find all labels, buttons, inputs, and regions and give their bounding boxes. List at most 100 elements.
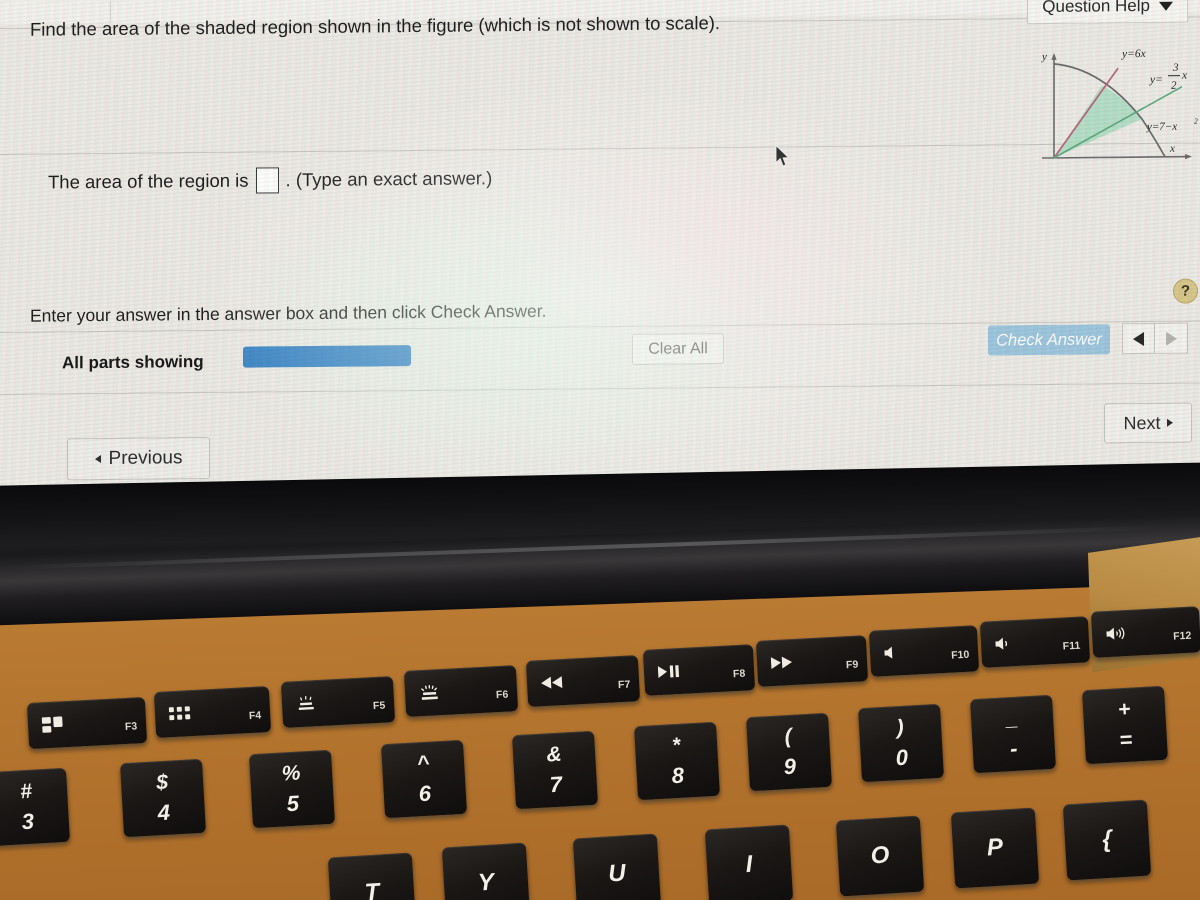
keyboard-brightness-up-icon <box>419 684 440 701</box>
key-3-symbol: # <box>19 779 33 803</box>
label-fraction-numerator: 3 <box>1172 62 1179 74</box>
key-f4[interactable]: F4 <box>153 686 272 738</box>
triangle-right-icon <box>1165 331 1177 346</box>
key-9-number: 9 <box>782 753 797 779</box>
key-p-label: P <box>986 833 1004 862</box>
x-axis-label: x <box>1169 143 1175 155</box>
keyboard: F3 F4 F5 F6 F7 F8 F9 F10 F11 F12 # 3 $ 4… <box>0 600 1200 900</box>
key-u[interactable]: U <box>572 833 662 900</box>
key-5-number: 5 <box>285 790 300 816</box>
key-f10-label: F10 <box>950 648 970 662</box>
key-0[interactable]: ) 0 <box>857 703 945 783</box>
answer-prefix-label: The area of the region is <box>48 169 249 193</box>
key-equals[interactable]: + = <box>1081 685 1169 765</box>
next-button[interactable]: Next <box>1104 402 1192 444</box>
label-fraction-denominator: 2 <box>1171 80 1177 92</box>
key-f10[interactable]: F10 <box>868 625 980 677</box>
key-0-number: 0 <box>894 744 909 770</box>
key-bracket-left[interactable]: { <box>1062 799 1152 881</box>
key-i[interactable]: I <box>704 824 794 900</box>
key-9-symbol: ( <box>783 724 793 748</box>
key-f8-label: F8 <box>732 667 746 681</box>
key-4-symbol: $ <box>155 770 169 794</box>
mission-control-icon <box>41 716 65 733</box>
volume-down-icon <box>995 636 1015 651</box>
key-minus-symbol: _ <box>1005 706 1019 730</box>
key-f11[interactable]: F11 <box>979 616 1091 668</box>
key-f5[interactable]: F5 <box>280 676 396 728</box>
key-i-label: I <box>744 850 754 879</box>
y-axis-arrow-icon <box>1051 52 1057 60</box>
rewind-icon <box>541 676 564 689</box>
triangle-left-icon <box>1133 331 1144 346</box>
previous-button[interactable]: Previous <box>67 436 210 481</box>
parts-progress-bar <box>243 345 411 368</box>
key-f7-label: F7 <box>617 678 631 692</box>
key-8-number: 8 <box>670 762 685 788</box>
screen-moire-overlay <box>0 0 1200 501</box>
key-f7[interactable]: F7 <box>525 655 641 707</box>
mouse-cursor-icon <box>775 144 790 167</box>
key-9[interactable]: ( 9 <box>745 712 833 792</box>
key-0-symbol: ) <box>895 715 905 739</box>
parts-status-label: All parts showing <box>62 352 204 373</box>
nav-next-button[interactable] <box>1155 322 1188 354</box>
play-pause-icon <box>657 665 681 679</box>
nav-previous-button[interactable] <box>1122 322 1155 355</box>
key-u-label: U <box>607 859 627 888</box>
key-6-number: 6 <box>417 780 432 806</box>
triangle-right-icon <box>1166 418 1173 427</box>
math-figure: y x y=6x y= 3 2 x y=7−x 2 <box>1032 34 1200 166</box>
volume-up-icon <box>1106 626 1131 641</box>
key-f6[interactable]: F6 <box>403 665 519 717</box>
key-bracket-left-label: { <box>1101 825 1113 854</box>
previous-button-label: Previous <box>108 447 183 469</box>
question-help-label: Question Help <box>1042 0 1150 16</box>
key-4[interactable]: $ 4 <box>119 758 207 838</box>
key-t[interactable]: T <box>327 852 417 900</box>
screenshot-root: Question Help Find the area of the shade… <box>0 0 1200 900</box>
key-minus-number: - <box>1009 735 1019 761</box>
key-f12-label: F12 <box>1172 629 1192 643</box>
laptop-screen: Question Help Find the area of the shade… <box>0 0 1200 501</box>
check-answer-button[interactable]: Check Answer <box>988 324 1110 356</box>
key-8[interactable]: * 8 <box>633 721 721 801</box>
key-f8[interactable]: F8 <box>642 644 756 696</box>
key-7-number: 7 <box>548 771 563 797</box>
chevron-down-icon <box>1159 1 1173 11</box>
key-7-symbol: & <box>545 742 563 766</box>
answer-statement: The area of the region is . (Type an exa… <box>48 165 492 195</box>
key-f9[interactable]: F9 <box>755 635 869 687</box>
key-f11-label: F11 <box>1062 639 1081 653</box>
help-badge-icon[interactable]: ? <box>1173 278 1198 304</box>
key-6-symbol: ^ <box>416 751 430 775</box>
key-7[interactable]: & 7 <box>511 730 599 810</box>
question-nav-group <box>1122 322 1188 355</box>
key-f12[interactable]: F12 <box>1090 606 1200 658</box>
key-3-number: 3 <box>20 808 35 834</box>
key-y-label: Y <box>477 868 495 897</box>
screen-glare-overlay <box>0 0 1200 501</box>
x-axis-arrow-icon <box>1185 154 1192 160</box>
key-o[interactable]: O <box>835 815 925 897</box>
key-minus[interactable]: _ - <box>969 694 1057 774</box>
key-5-symbol: % <box>281 761 302 786</box>
key-p[interactable]: P <box>950 807 1040 889</box>
label-parabola: y=7−x <box>1146 121 1177 133</box>
clear-all-button[interactable]: Clear All <box>632 333 724 365</box>
key-f3[interactable]: F3 <box>26 696 148 750</box>
answer-input-box[interactable] <box>255 167 279 194</box>
question-help-button[interactable]: Question Help <box>1027 0 1188 25</box>
y-axis-label: y <box>1041 51 1047 63</box>
key-6[interactable]: ^ 6 <box>380 739 468 819</box>
x-axis <box>1042 155 1187 159</box>
key-f9-label: F9 <box>845 658 859 672</box>
key-f4-label: F4 <box>248 709 262 723</box>
fast-forward-icon <box>770 656 794 670</box>
key-3[interactable]: # 3 <box>0 767 71 847</box>
answer-suffix-label: . (Type an exact answer.) <box>285 167 493 191</box>
key-y[interactable]: Y <box>441 842 531 900</box>
key-5[interactable]: % 5 <box>248 749 336 829</box>
rule-under-controls <box>0 382 1200 395</box>
key-o-label: O <box>869 841 891 870</box>
